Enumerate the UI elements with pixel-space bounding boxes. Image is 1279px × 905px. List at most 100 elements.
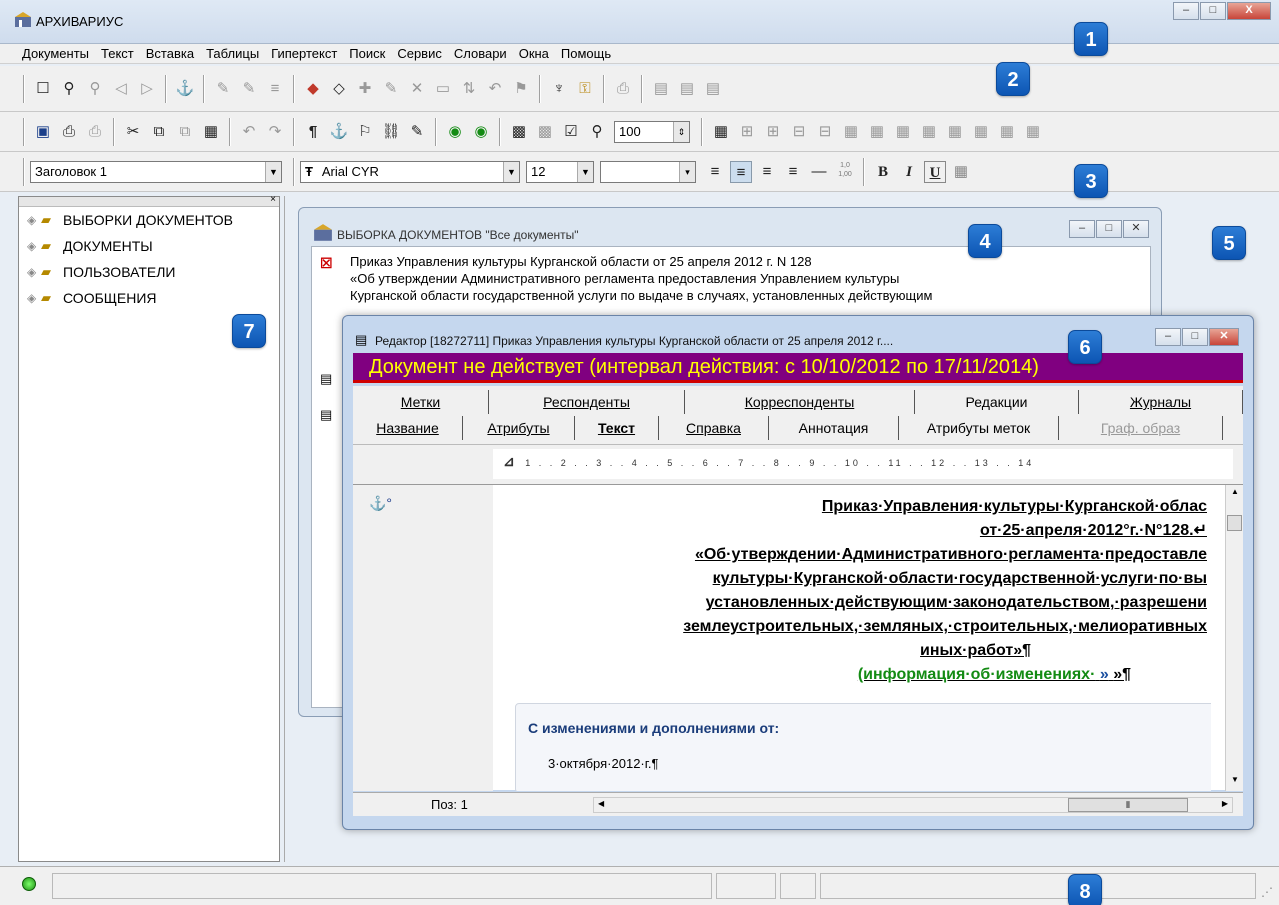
stepper-arrows[interactable]: ⇕ [673, 121, 689, 142]
chevron-down-icon[interactable]: ▾ [679, 161, 695, 182]
chevron-down-icon[interactable]: ▼ [503, 161, 519, 182]
object-props-icon[interactable]: ▩ [534, 121, 556, 143]
tab-respondents[interactable]: Респонденты [489, 390, 685, 414]
ruler-scale[interactable]: ⊿ 1 . . 2 . . 3 . . 4 . . 5 . . 6 . . 7 … [493, 449, 1233, 479]
menu-dictionaries[interactable]: Словари [448, 44, 513, 63]
document-text[interactable]: Приказ·Управления·культуры·Курганской·об… [493, 495, 1211, 791]
minimize-button[interactable]: – [1173, 2, 1199, 20]
menu-service[interactable]: Сервис [391, 44, 448, 63]
anchor-insert-icon[interactable]: ⚓ [328, 121, 350, 143]
menu-help[interactable]: Помощь [555, 44, 617, 63]
tab-editions[interactable]: Редакции [915, 390, 1079, 414]
print-preview-icon[interactable]: ⎙ [612, 78, 634, 100]
expand-icon[interactable]: ◈ [27, 239, 41, 253]
find-next-icon[interactable]: ⚲ [84, 78, 106, 100]
table-fill-icon[interactable]: ▦ [918, 121, 940, 143]
hyperlink-icon[interactable]: ◉ [444, 121, 466, 143]
chevron-down-icon[interactable]: ▼ [265, 161, 281, 182]
link-icon[interactable]: ⛓ [380, 121, 402, 143]
redo-text-icon[interactable]: ↷ [264, 121, 286, 143]
undo-icon[interactable]: ↶ [484, 78, 506, 100]
anchor-icon[interactable]: ⚓ [174, 78, 196, 100]
page-layout-3-icon[interactable]: ▤ [702, 78, 724, 100]
add-icon[interactable]: ✚ [354, 78, 376, 100]
expand-chevron-icon[interactable]: » [1100, 666, 1109, 683]
zoom-icon[interactable]: ⚲ [586, 121, 608, 143]
page-layout-icon[interactable]: ▤ [650, 78, 672, 100]
align-center-icon[interactable]: ≡ [730, 160, 752, 183]
underline-button[interactable]: U [924, 160, 946, 183]
highlight-icon[interactable]: ▦ [950, 161, 972, 183]
menu-documents[interactable]: Документы [16, 44, 95, 63]
page-layout-2-icon[interactable]: ▤ [676, 78, 698, 100]
cut-icon[interactable]: ✂ [122, 121, 144, 143]
pen-icon[interactable]: ✎ [406, 121, 428, 143]
info-changes-link[interactable]: (информация·об·изменениях· [858, 666, 1096, 683]
copy-icon[interactable]: ⧉ [148, 121, 170, 143]
tab-marks[interactable]: Метки [353, 390, 489, 414]
tab-graphic-image[interactable]: Граф. образ [1059, 416, 1223, 440]
close-button[interactable]: ✕ [1123, 220, 1149, 238]
tab-reference[interactable]: Справка [659, 416, 769, 440]
edit-icon[interactable]: ✎ [212, 78, 234, 100]
maximize-button[interactable]: □ [1182, 328, 1208, 346]
forward-icon[interactable]: ▷ [136, 78, 158, 100]
spellcheck-icon[interactable]: ☑ [560, 121, 582, 143]
menu-text[interactable]: Текст [95, 44, 140, 63]
new-document-icon[interactable]: ☐ [32, 78, 54, 100]
maximize-button[interactable]: □ [1200, 2, 1226, 20]
line-spacing-button[interactable]: 1,0 1,00 [834, 161, 856, 183]
style-select[interactable]: Заголовок 1 ▼ [30, 160, 282, 183]
back-icon[interactable]: ◁ [110, 78, 132, 100]
menu-windows[interactable]: Окна [513, 44, 555, 63]
tree-item-documents[interactable]: ◈ ▰ ДОКУМЕНТЫ [19, 233, 279, 259]
table-insert-row-icon[interactable]: ⊞ [762, 121, 784, 143]
table-split-icon[interactable]: ▦ [866, 121, 888, 143]
insert-object-icon[interactable]: ▩ [508, 121, 530, 143]
scroll-up-icon[interactable]: ▲ [1231, 487, 1239, 496]
table-grid-icon[interactable]: ▦ [996, 121, 1018, 143]
table-merge-icon[interactable]: ▦ [840, 121, 862, 143]
scroll-down-icon[interactable]: ▼ [1231, 775, 1239, 784]
scroll-thumb[interactable]: ⦀ [1068, 798, 1188, 812]
binoculars-icon[interactable]: ⚲ [58, 78, 80, 100]
table-delete-row-icon[interactable]: ⊟ [814, 121, 836, 143]
minimize-button[interactable]: – [1069, 220, 1095, 238]
save-record-icon[interactable]: ▭ [432, 78, 454, 100]
maximize-button[interactable]: □ [1096, 220, 1122, 238]
table-align-icon[interactable]: ▦ [944, 121, 966, 143]
hyperlink-remove-icon[interactable]: ◉ [470, 121, 492, 143]
expand-icon[interactable]: ◈ [27, 291, 41, 305]
sort-icon[interactable]: ⇅ [458, 78, 480, 100]
menu-insert[interactable]: Вставка [140, 44, 200, 63]
resize-grip-icon[interactable]: ⋰ [1261, 885, 1273, 899]
print-setup-icon[interactable]: ⎙ [84, 121, 106, 143]
table-props-icon[interactable]: ▦ [970, 121, 992, 143]
table-width-icon[interactable]: ▦ [1022, 121, 1044, 143]
eraser-icon[interactable]: ◇ [328, 78, 350, 100]
bookmark-icon[interactable]: ⚐ [354, 121, 376, 143]
expand-icon[interactable]: ◈ [27, 213, 41, 227]
print-icon[interactable]: ⎙ [58, 121, 80, 143]
justify-icon[interactable]: ≡ [782, 161, 804, 183]
tree-item-selections[interactable]: ◈ ▰ ВЫБОРКИ ДОКУМЕНТОВ [19, 207, 279, 233]
list-item[interactable]: Приказ Управления культуры Курганской об… [350, 253, 932, 304]
table-delete-column-icon[interactable]: ⊟ [788, 121, 810, 143]
align-left-icon[interactable]: ≡ [704, 161, 726, 183]
tree-item-messages[interactable]: ◈ ▰ СООБЩЕНИЯ [19, 285, 279, 311]
table-insert-column-icon[interactable]: ⊞ [736, 121, 758, 143]
edit-doc-icon[interactable]: ✎ [238, 78, 260, 100]
tab-name[interactable]: Название [353, 416, 463, 440]
table-icon[interactable]: ▦ [710, 121, 732, 143]
align-right-icon[interactable]: ≡ [756, 161, 778, 183]
paste-special-icon[interactable]: ⧉ [174, 121, 196, 143]
popup-date[interactable]: 3·октября·2012·г.¶ [548, 756, 659, 771]
save-icon[interactable]: ▣ [32, 121, 54, 143]
chevron-down-icon[interactable]: ▼ [577, 161, 593, 182]
key-icon[interactable]: ⚿ [574, 78, 596, 100]
tab-mark-attributes[interactable]: Атрибуты меток [899, 416, 1059, 440]
delete-icon[interactable]: ✕ [406, 78, 428, 100]
edit-record-icon[interactable]: ✎ [380, 78, 402, 100]
color-palette-icon[interactable]: ◆ [302, 78, 324, 100]
minimize-button[interactable]: – [1155, 328, 1181, 346]
